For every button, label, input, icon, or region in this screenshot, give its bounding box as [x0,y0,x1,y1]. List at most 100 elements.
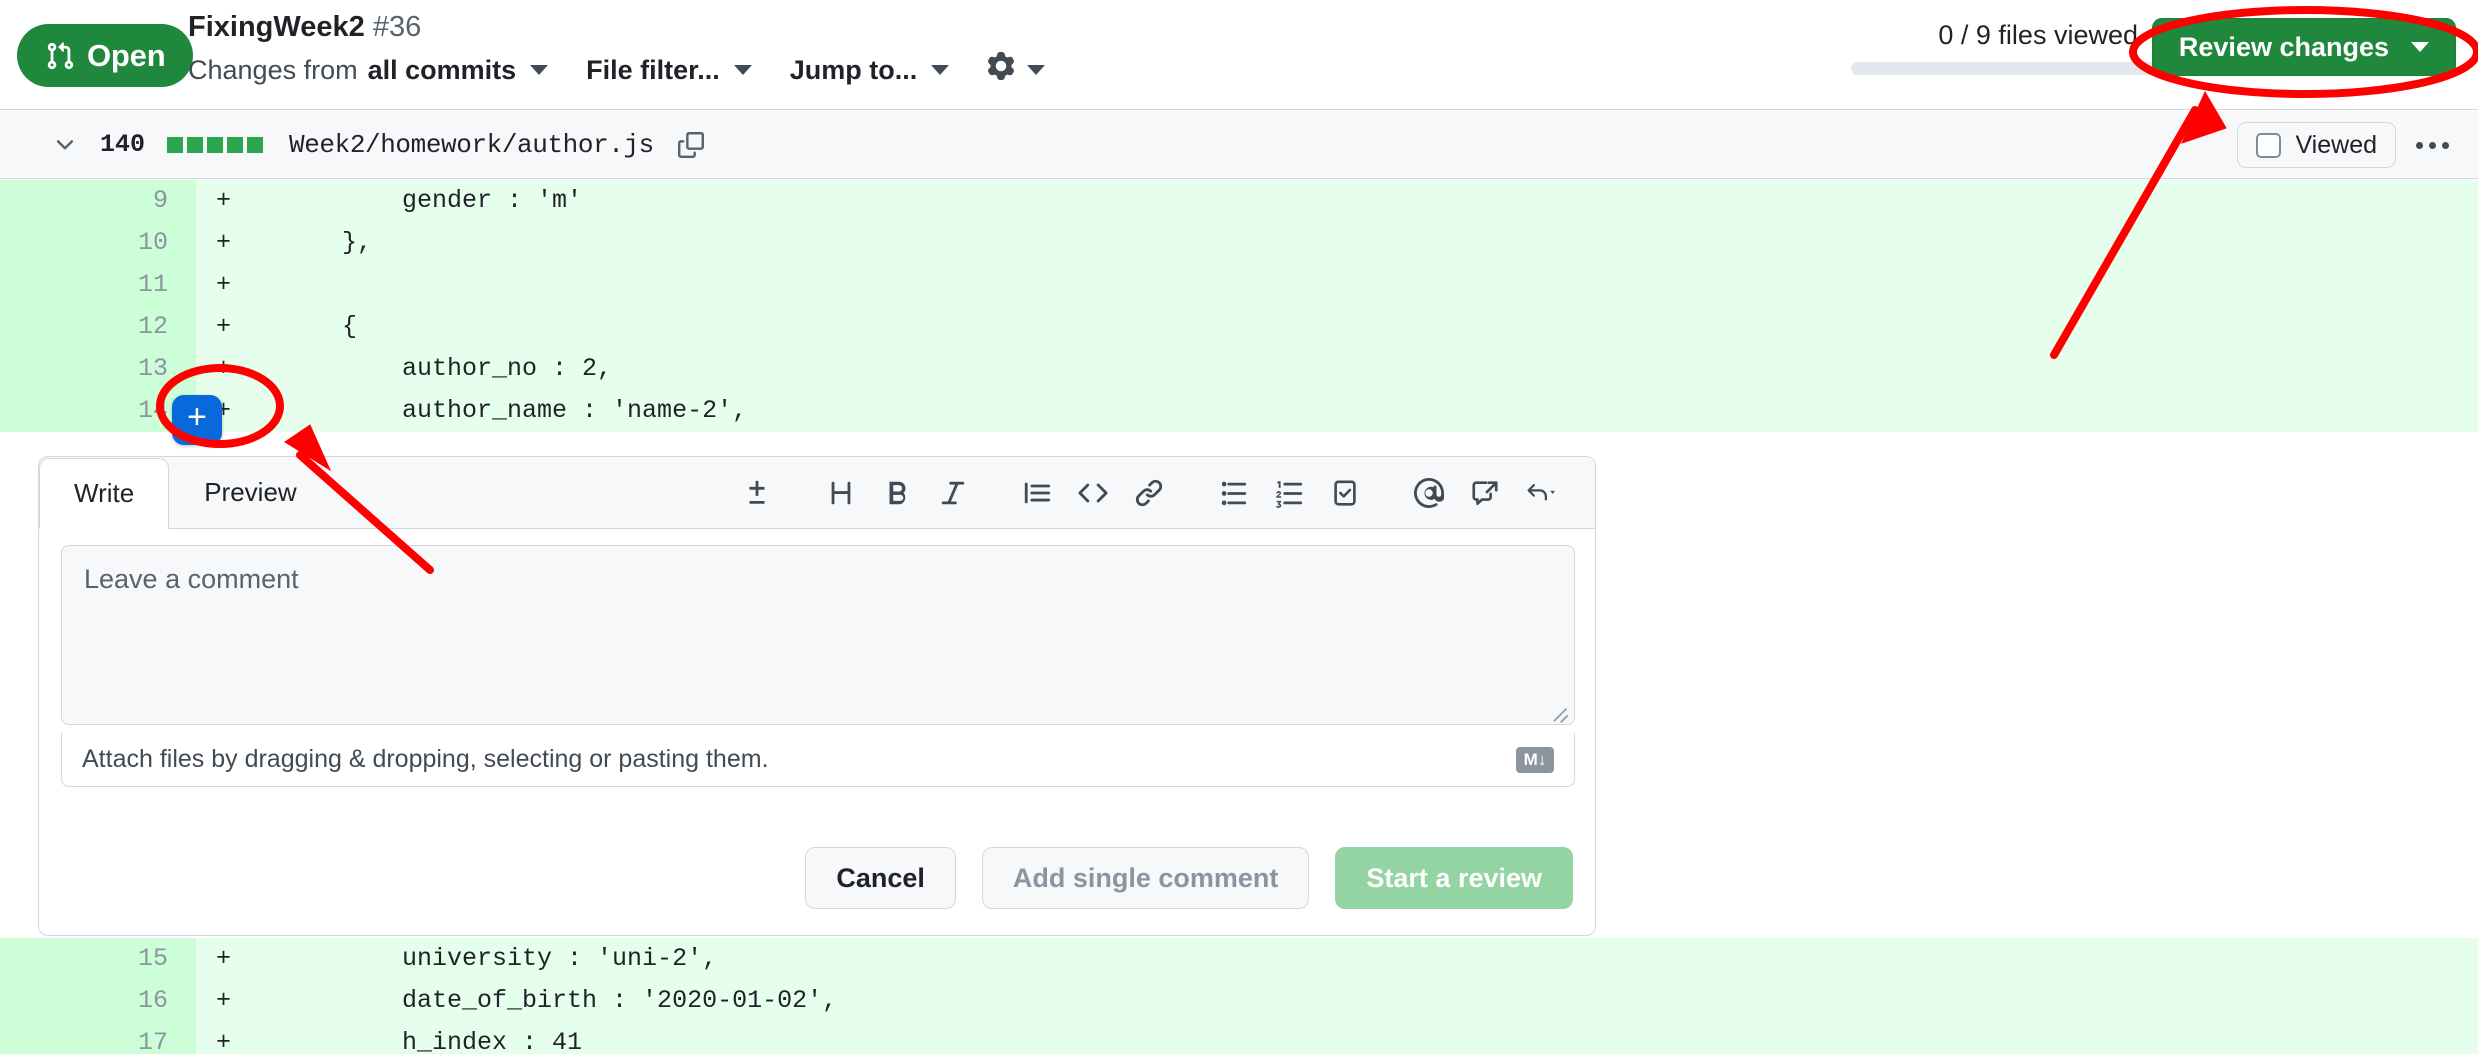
code-row[interactable]: 15 + university : 'uni-2', [0,938,2478,980]
checkbox-icon[interactable] [2256,132,2282,158]
link-icon[interactable] [1121,465,1177,521]
diff-lines-bottom: 15 + university : 'uni-2', 16 + date_of_… [0,938,2478,1054]
attach-files-hint: Attach files by dragging & dropping, sel… [61,733,1575,787]
tab-write[interactable]: Write [39,458,170,529]
ordered-list-icon[interactable] [1261,465,1317,521]
task-list-icon[interactable] [1317,465,1373,521]
unordered-list-icon[interactable] [1205,465,1261,521]
diff-marker: + [196,264,248,306]
code-row[interactable]: 9 + gender : 'm' [0,180,2478,222]
code-content[interactable] [248,264,2478,306]
add-line-comment-button[interactable]: + [172,395,222,445]
kebab-horizontal-icon[interactable] [2406,122,2458,168]
file-diff-count: 140 [100,130,146,159]
chevron-down-icon [733,64,752,75]
file-header: 140 Week2/homework/author.js Viewed [0,111,2478,179]
line-number[interactable]: 9 [0,180,196,222]
pr-state-badge: Open [17,24,194,87]
chevron-down-icon[interactable] [52,132,78,158]
code-content[interactable]: author_name : 'name-2', [248,390,2478,432]
heading-icon[interactable] [813,465,869,521]
code-row[interactable]: 10 + }, [0,222,2478,264]
code-content[interactable]: date_of_birth : '2020-01-02', [248,980,2478,1022]
pr-number: #36 [372,11,422,43]
diff-settings-button[interactable] [987,52,1046,87]
code-row[interactable]: 12 + { [0,306,2478,348]
changes-from-dropdown[interactable]: Changes from all commits [188,54,549,86]
line-number[interactable]: 10 [0,222,196,264]
diff-marker: + [196,222,248,264]
file-filter-label: File filter... [586,54,720,85]
italic-icon[interactable] [925,465,981,521]
viewed-label: Viewed [2295,130,2377,159]
comment-input[interactable] [61,545,1575,725]
comment-tabs: Write Preview [39,457,1595,529]
line-number[interactable]: 14 + [0,390,222,445]
files-viewed-count: 0 / 9 files viewed [1938,20,2138,50]
line-number[interactable]: 13 [0,348,196,390]
mention-icon[interactable] [1401,465,1457,521]
comment-form-actions: Cancel Add single comment Start a review [805,847,1573,909]
git-pull-request-icon [45,41,75,71]
files-viewed-progress [1851,62,2188,75]
diffstat-blocks [167,136,264,153]
copy-icon[interactable] [677,131,704,158]
pr-state-label: Open [87,37,166,73]
tab-preview[interactable]: Preview [169,457,331,528]
pr-header: Open FixingWeek2 #36 Changes from all co… [0,0,2478,110]
inline-comment-form: Write Preview Leave a comment Attach fil… [38,456,1596,936]
reply-icon[interactable] [1513,465,1569,521]
diff-marker: + [196,1022,248,1054]
line-number[interactable]: 17 [0,1022,196,1054]
chevron-down-icon [1027,64,1046,75]
diff-marker: + [196,938,248,980]
diff-lines-top: 9 + gender : 'm' 10 + }, 11 + 12 + { 13 … [0,180,2478,456]
quote-icon[interactable] [1009,465,1065,521]
code-row[interactable]: 13 + author_no : 2, [0,348,2478,390]
code-content[interactable]: { [248,306,2478,348]
code-row[interactable]: 16 + date_of_birth : '2020-01-02', [0,980,2478,1022]
file-path[interactable]: Week2/homework/author.js [289,130,654,160]
code-icon[interactable] [1065,465,1121,521]
line-number[interactable]: 15 [0,938,196,980]
comment-textarea-wrap [61,545,1575,725]
chevron-down-icon [2411,42,2429,52]
chevron-down-icon [530,64,549,75]
pr-title-text: FixingWeek2 [188,11,365,43]
code-row[interactable]: 14 + + author_name : 'name-2', [0,390,2478,445]
code-content[interactable]: h_index : 41 [248,1022,2478,1054]
jump-to-dropdown[interactable]: Jump to... [790,54,950,86]
code-row[interactable]: 17 + h_index : 41 [0,1022,2478,1054]
diff-marker: + [196,306,248,348]
changes-from-prefix: Changes from [188,54,358,85]
start-a-review-button[interactable]: Start a review [1335,847,1573,909]
review-changes-label: Review changes [2178,31,2389,62]
review-changes-button[interactable]: Review changes [2151,18,2456,76]
code-content[interactable]: university : 'uni-2', [248,938,2478,980]
cancel-button[interactable]: Cancel [805,847,956,909]
line-number[interactable]: 11 [0,264,196,306]
gear-icon [987,52,1015,87]
diff-plus-minus-icon[interactable] [729,465,785,521]
file-filter-dropdown[interactable]: File filter... [586,54,752,86]
code-content[interactable]: author_no : 2, [248,348,2478,390]
line-number[interactable]: 12 [0,306,196,348]
viewed-checkbox[interactable]: Viewed [2237,122,2396,168]
diff-toolbar: Changes from all commits File filter... … [188,52,1083,87]
code-content[interactable]: gender : 'm' [248,180,2478,222]
chevron-down-icon [931,64,950,75]
pr-title-block: FixingWeek2 #36 [188,10,421,44]
code-content[interactable]: }, [248,222,2478,264]
add-single-comment-button[interactable]: Add single comment [981,847,1310,909]
diff-marker: + [196,980,248,1022]
changes-from-value: all commits [367,54,517,85]
markdown-toolbar [729,457,1569,528]
line-number[interactable]: 16 [0,980,196,1022]
diff-marker: + [196,180,248,222]
code-row[interactable]: 11 + [0,264,2478,306]
page-title: FixingWeek2 #36 [188,10,421,44]
bold-icon[interactable] [869,465,925,521]
markdown-icon[interactable]: M↓ [1516,746,1554,773]
saved-reply-icon[interactable] [1457,465,1513,521]
file-actions: Viewed [2237,111,2458,179]
